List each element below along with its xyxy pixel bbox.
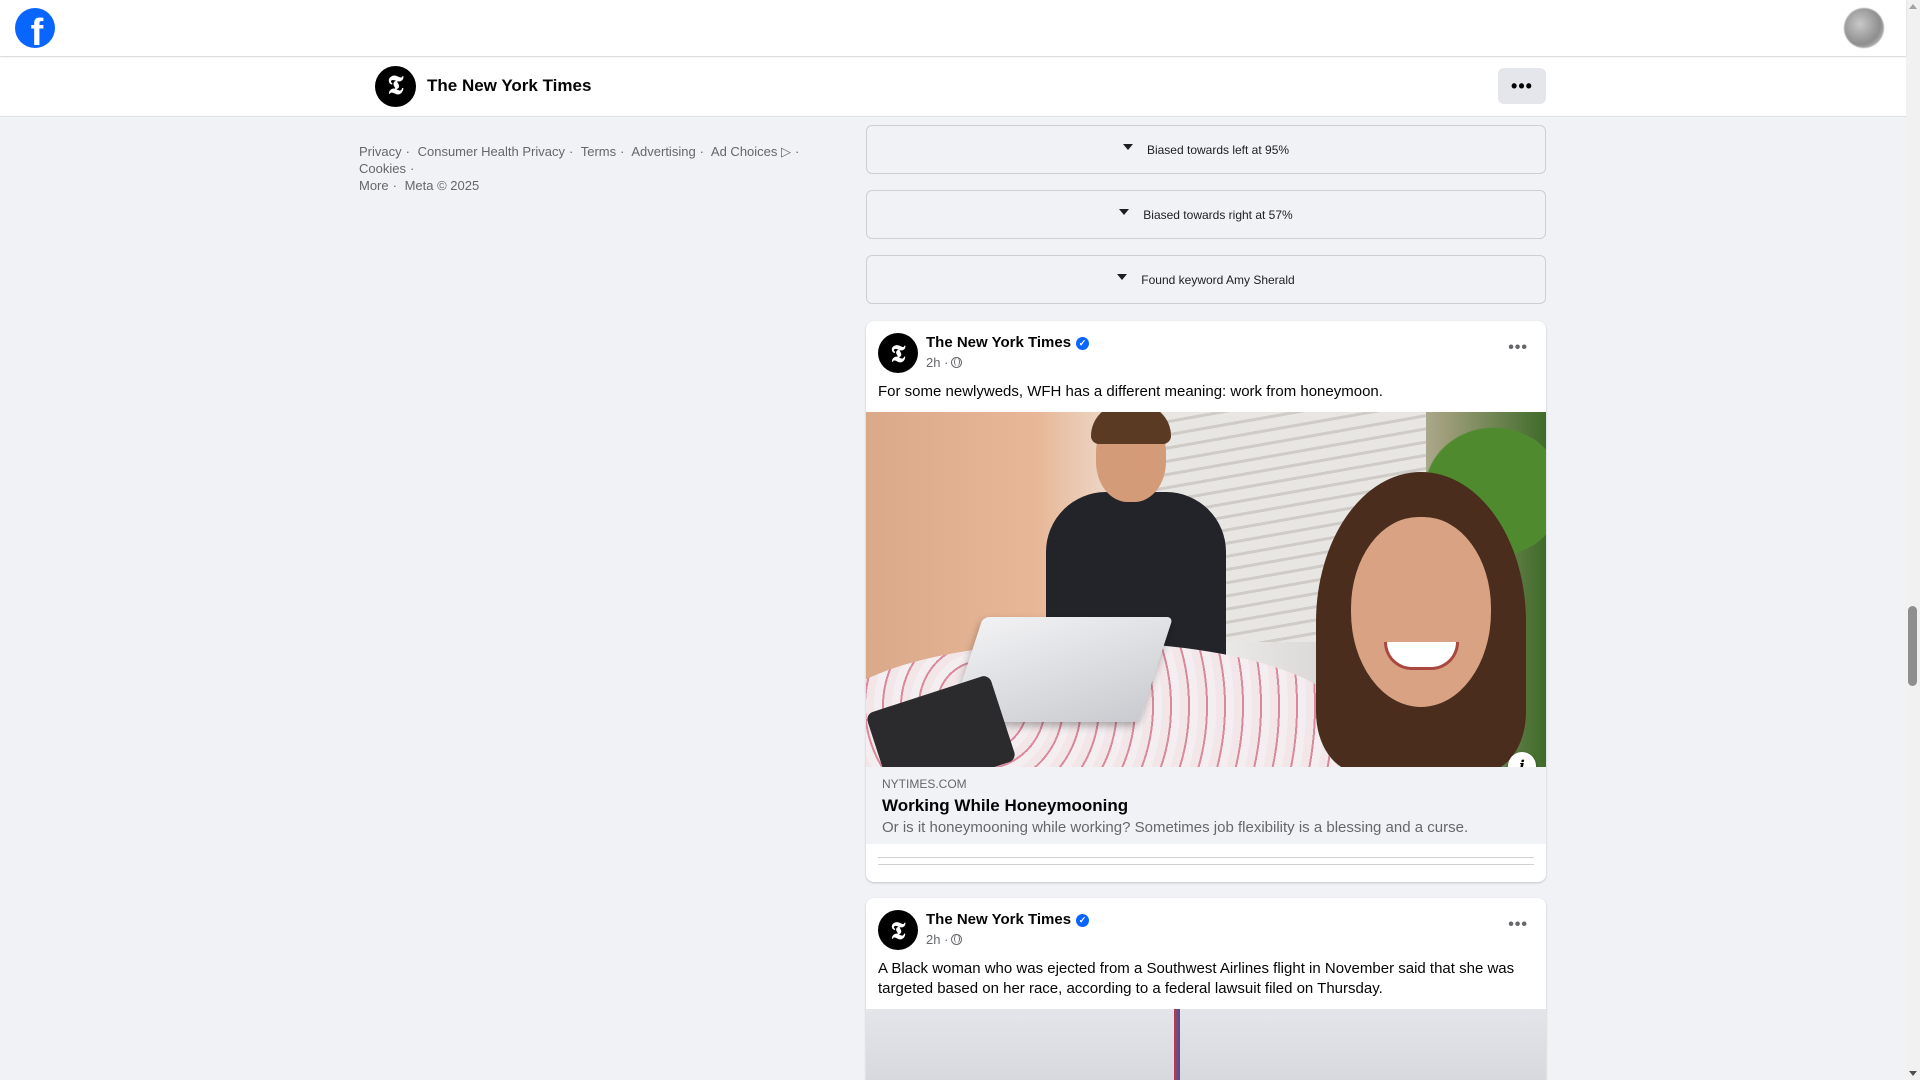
caret-down-icon	[1122, 143, 1133, 150]
post-meta: 2h ·	[926, 355, 963, 370]
post-image[interactable]	[866, 1009, 1546, 1080]
airplane-tail	[1174, 1009, 1180, 1080]
nyt-avatar-icon[interactable]: 𝕿	[878, 333, 918, 373]
post-image[interactable]: i	[866, 412, 1546, 767]
link-title: Working While Honeymooning	[882, 796, 1129, 815]
more-dots-icon: •••	[1511, 75, 1533, 96]
nyt-logo-icon[interactable]: 𝕿	[375, 66, 416, 107]
verified-badge-icon: ✓	[1076, 914, 1090, 927]
post-divider	[878, 864, 1534, 865]
filter-label: Biased towards left at 95%	[1146, 142, 1290, 157]
footer-link-consumer-health-privacy[interactable]: Consumer Health Privacy	[418, 144, 565, 159]
post-author[interactable]: The New York Times ✓	[926, 911, 1090, 928]
footer-copyright: Meta © 2025	[404, 178, 480, 193]
globe-icon	[951, 357, 963, 368]
nyt-logo-letter: 𝕿	[387, 71, 404, 101]
footer-separator: ·	[795, 144, 800, 159]
link-description: Or is it honeymooning while working? Som…	[882, 819, 1469, 836]
facebook-logo-icon[interactable]: f	[15, 8, 55, 48]
page-more-button[interactable]: •••	[1498, 68, 1546, 104]
facebook-logo-letter: f	[30, 11, 44, 49]
footer-separator: ·	[392, 178, 397, 193]
scrollbar-thumb[interactable]	[1908, 606, 1917, 686]
footer-link-ad-choices[interactable]: Ad Choices ▷	[711, 144, 791, 159]
woman-face	[1351, 517, 1491, 707]
post-author[interactable]: The New York Times ✓	[926, 334, 1090, 351]
filter-label: Biased towards right at 57%	[1143, 207, 1293, 222]
top-navigation-bar: f	[0, 0, 1906, 56]
post-time[interactable]: 2h ·	[926, 355, 948, 370]
footer-link-cookies[interactable]: Cookies	[359, 161, 406, 176]
scroll-up-icon[interactable]	[1909, 4, 1917, 9]
footer-separator: ·	[409, 161, 415, 176]
footer-link-more[interactable]: More	[359, 178, 389, 193]
nyt-avatar-icon[interactable]: 𝕿	[878, 910, 918, 950]
footer-separator: ·	[568, 144, 574, 159]
info-icon[interactable]: i	[1508, 752, 1536, 767]
post-divider	[878, 857, 1534, 858]
woman-figure	[1316, 472, 1526, 767]
footer-links: Privacy · Consumer Health Privacy · Terms ·…	[359, 143, 839, 194]
post-more-button[interactable]: •••	[1508, 339, 1528, 357]
man-hair	[1091, 412, 1171, 444]
verified-badge-icon: ✓	[1076, 337, 1090, 350]
globe-icon	[951, 934, 963, 945]
page-title[interactable]: The New York Times	[427, 76, 591, 96]
feed-post: 𝕿 The New York Times ✓ 2h · ••• A Black w…	[866, 898, 1546, 1080]
footer-link-advertising[interactable]: Advertising	[631, 144, 695, 159]
page-header: 𝕿 The New York Times •••	[0, 57, 1906, 117]
scroll-down-icon[interactable]	[1909, 1071, 1917, 1076]
footer-separator: ·	[620, 144, 625, 159]
link-preview[interactable]: NYTIMES.COM Working While Honeymooning O…	[866, 767, 1546, 844]
caret-down-icon	[1117, 273, 1128, 280]
bias-filter-left[interactable]: Biased towards left at 95%	[866, 125, 1546, 174]
footer-separator: ·	[405, 144, 410, 159]
page-scrollbar[interactable]	[1906, 0, 1920, 1080]
keyword-filter[interactable]: Found keyword Amy Sherald	[866, 255, 1546, 304]
post-author-name: The New York Times	[926, 911, 1072, 928]
footer-link-privacy[interactable]: Privacy	[359, 144, 402, 159]
bias-filter-right[interactable]: Biased towards right at 57%	[866, 190, 1546, 239]
post-more-button[interactable]: •••	[1508, 916, 1528, 934]
feed-post: 𝕿 The New York Times ✓ 2h · ••• For some …	[866, 321, 1546, 882]
post-author-name: The New York Times	[926, 334, 1072, 351]
post-meta: 2h ·	[926, 932, 963, 947]
profile-avatar-icon[interactable]	[1844, 8, 1884, 48]
avatar-letter: 𝕿	[890, 915, 906, 945]
post-text: A Black woman who was ejected from a Sou…	[878, 960, 1515, 997]
post-text: For some newlyweds, WFH has a different …	[878, 383, 1383, 400]
post-time[interactable]: 2h ·	[926, 932, 948, 947]
caret-down-icon	[1119, 208, 1130, 215]
footer-link-terms[interactable]: Terms	[581, 144, 616, 159]
filter-label: Found keyword Amy Sherald	[1141, 272, 1295, 287]
avatar-letter: 𝕿	[890, 338, 906, 368]
footer-separator: ·	[699, 144, 705, 159]
link-domain: NYTIMES.COM	[882, 777, 967, 791]
